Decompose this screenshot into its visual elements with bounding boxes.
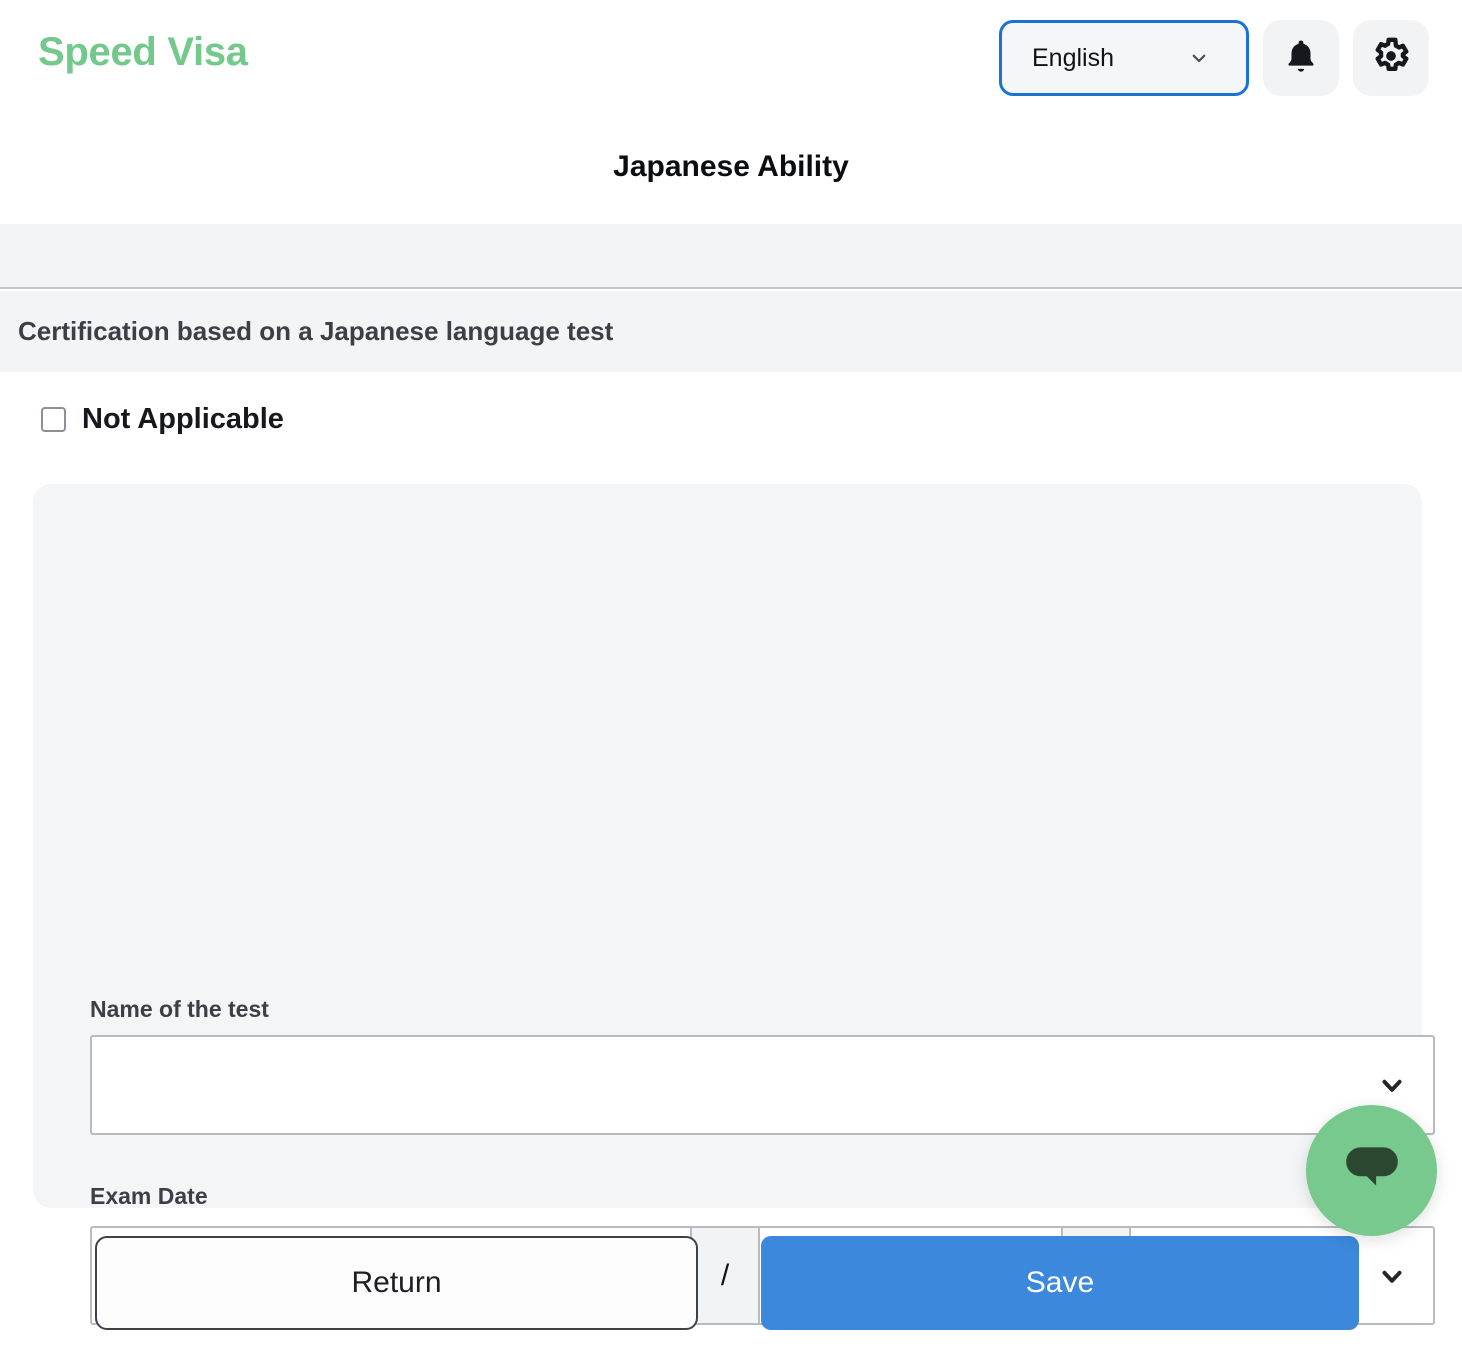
section-header: Certification based on a Japanese langua… — [0, 291, 1462, 372]
header-actions: English — [999, 20, 1429, 96]
date-separator: / — [690, 1228, 760, 1323]
progress-band — [0, 224, 1462, 289]
chevron-down-icon — [1379, 1263, 1405, 1289]
app-header: Speed Visa English — [0, 0, 1462, 115]
chevron-down-icon — [1379, 1072, 1405, 1098]
chevron-down-icon — [1190, 49, 1208, 67]
settings-button[interactable] — [1353, 20, 1429, 96]
app-logo: Speed Visa — [38, 30, 248, 74]
exam-date-label: Exam Date — [90, 1183, 208, 1209]
test-name-label: Name of the test — [90, 996, 269, 1022]
language-selector-value: English — [1032, 43, 1114, 72]
notifications-button[interactable] — [1263, 20, 1339, 96]
chat-widget-button[interactable] — [1306, 1105, 1437, 1236]
section-title: Certification based on a Japanese langua… — [18, 316, 614, 346]
test-entry-card: Name of the test Exam Date YYYY / — [33, 484, 1435, 1325]
page-title: Japanese Ability — [613, 150, 849, 183]
not-applicable-row[interactable]: Not Applicable — [41, 405, 284, 434]
not-applicable-label: Not Applicable — [82, 403, 284, 435]
test-name-select[interactable] — [90, 1035, 1435, 1135]
app-root: Speed Visa English Japanese Ability Cert… — [0, 0, 1462, 1350]
save-button[interactable]: Save — [761, 1236, 1359, 1330]
gear-icon — [1371, 36, 1411, 81]
chat-bubble-icon — [1341, 1143, 1403, 1198]
bell-icon — [1282, 37, 1320, 80]
not-applicable-checkbox[interactable] — [41, 407, 66, 432]
return-button[interactable]: Return — [95, 1236, 698, 1330]
language-selector[interactable]: English — [999, 20, 1249, 96]
